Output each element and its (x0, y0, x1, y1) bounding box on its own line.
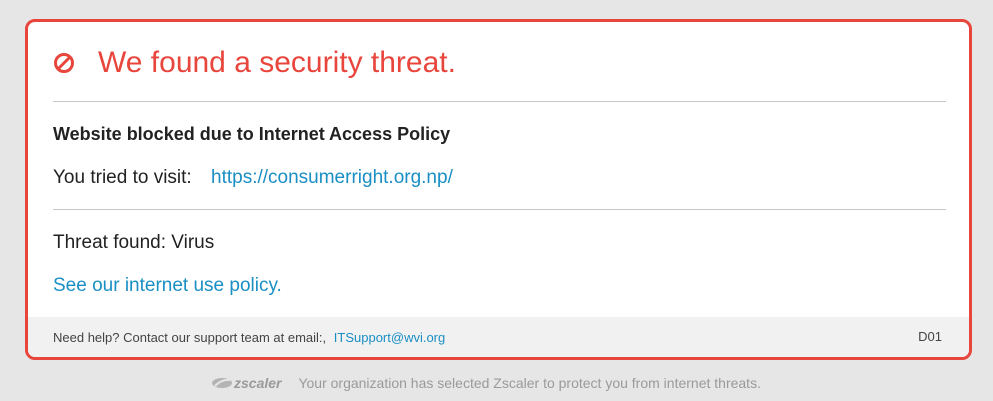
threat-found-text: Threat found: Virus (53, 232, 215, 253)
block-reason-heading: Website blocked due to Internet Access P… (53, 124, 451, 144)
blocked-page-card: We found a security threat. Website bloc… (25, 19, 972, 360)
visit-label: You tried to visit: (53, 167, 192, 188)
support-email-link[interactable]: ITSupport@wvi.org (334, 330, 445, 345)
help-label: Need help? Contact our support team at e… (53, 330, 327, 345)
help-text: Need help? Contact our support team at e… (53, 330, 445, 345)
internet-use-policy-link[interactable]: See our internet use policy. (53, 275, 282, 297)
page-title: We found a security threat. (98, 46, 456, 79)
help-footer: Need help? Contact our support team at e… (28, 317, 969, 357)
visited-url-line: You tried to visit: https://consumerrigh… (53, 167, 453, 189)
alert-header: We found a security threat. (28, 22, 969, 103)
divider-top (53, 101, 946, 102)
error-code: D01 (918, 329, 942, 344)
zscaler-notice: zscaler Your organization has selected Z… (212, 374, 761, 394)
zscaler-logo-icon: zscaler (212, 375, 283, 391)
block-icon (54, 53, 74, 73)
zscaler-message: Your organization has selected Zscaler t… (298, 375, 761, 391)
divider-middle (53, 209, 946, 210)
visited-url-link[interactable]: https://consumerright.org.np/ (211, 167, 453, 188)
svg-text:zscaler: zscaler (233, 375, 283, 391)
